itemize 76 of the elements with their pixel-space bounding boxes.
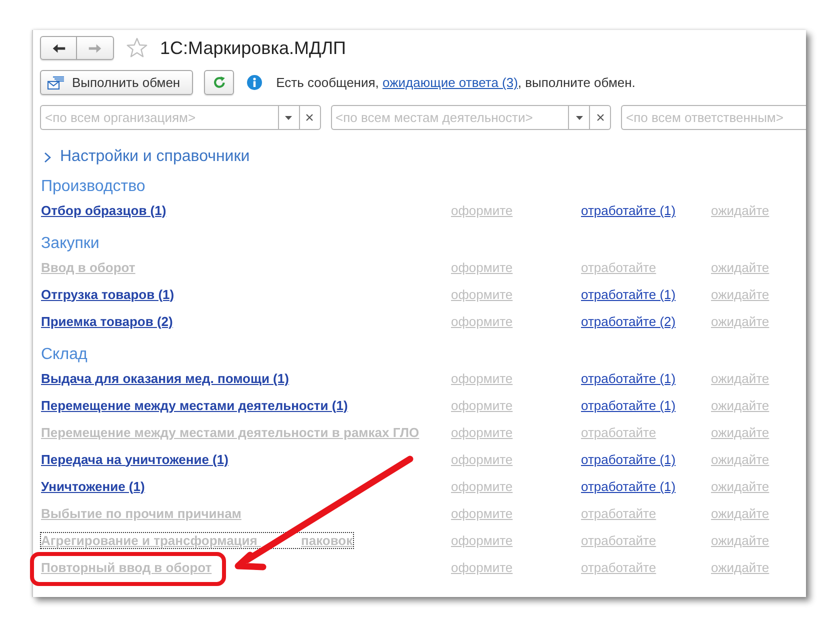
action-link[interactable]: отработайте [581,533,656,548]
clear-icon [306,114,313,121]
clear-icon [596,114,604,121]
action-link[interactable]: ожидайте [711,203,770,218]
action-link[interactable]: оформите [451,533,513,548]
action-link[interactable]: отработайте (1) [581,452,676,467]
refresh-icon [212,76,226,89]
document-link[interactable]: Выдача для оказания мед. помощи (1) [40,370,290,386]
action-link[interactable]: отработайте [581,506,656,521]
back-button[interactable] [40,36,77,60]
action-link[interactable]: оформите [451,425,513,440]
action-link[interactable]: оформите [451,260,513,275]
section-title: Склад [40,345,88,365]
exchange-button[interactable]: Выполнить обмен [40,70,194,95]
chevron-icon [44,152,51,162]
envelope-icon [47,76,65,90]
action-link[interactable]: ожидайте [711,425,770,440]
document-link[interactable]: Отбор образцов (1) [40,202,168,218]
info-icon [247,75,262,90]
action-link[interactable]: ожидайте [711,506,770,521]
filter-field[interactable]: <по всем ответственным> [621,105,806,130]
action-link[interactable]: ожидайте [711,479,770,494]
action-link[interactable]: оформите [451,479,513,494]
refresh-button[interactable] [204,70,234,95]
action-link[interactable]: ожидайте [711,398,770,413]
settings-group-toggle[interactable]: Настройки и справочники [40,147,250,167]
right-arrow-icon [88,42,102,54]
clear-button[interactable] [590,105,611,130]
action-link[interactable]: отработайте (1) [581,479,676,494]
document-link[interactable]: Перемещение между местами деятельности (1) [40,396,349,414]
action-link[interactable]: отработайте [581,425,656,440]
document-link[interactable]: Агрегирование и трансформация паковок [40,532,354,548]
action-link[interactable]: ожидайте [711,452,770,467]
left-arrow-icon [52,42,66,54]
action-link[interactable]: отработайте [581,560,656,575]
message-text: Есть сообщения, ожидающие ответа (3), выполните обмен. [276,75,636,90]
action-link[interactable]: отработайте (1) [581,203,676,218]
action-link[interactable]: оформите [451,398,513,413]
action-link[interactable]: оформите [451,452,513,467]
action-link[interactable]: оформите [451,506,513,521]
section-title: Производство [40,177,146,197]
message-link[interactable]: ожидающие ответа (3) [382,75,518,90]
document-link[interactable]: Выбытие по прочим причинам [40,504,242,522]
action-link[interactable]: ожидайте [711,560,770,575]
dropdown-button[interactable] [278,105,300,130]
document-link[interactable]: Повторный ввод в оборот [40,558,213,576]
action-link[interactable]: оформите [451,287,513,302]
action-link[interactable]: отработайте (2) [581,314,676,329]
document-link[interactable]: Передача на уничтожение (1) [40,450,230,468]
caret-icon [576,116,582,120]
filter-field[interactable]: <по всем местам деятельности> [330,105,568,130]
action-link[interactable]: оформите [451,314,513,329]
action-link[interactable]: отработайте [581,260,656,275]
clear-button[interactable] [300,105,320,130]
action-link[interactable]: оформите [451,560,513,575]
window-title: 1С:Маркировка.МДЛП [160,38,346,58]
action-link[interactable]: отработайте (1) [581,398,676,413]
document-link[interactable]: Уничтожение (1) [40,478,146,494]
action-link[interactable]: ожидайте [711,533,770,548]
action-link[interactable]: ожидайте [711,371,770,386]
star-icon[interactable] [126,37,148,59]
action-link[interactable]: ожидайте [711,314,770,329]
document-link[interactable]: Приемка товаров (2) [40,312,174,330]
document-link[interactable]: Перемещение между местами деятельности в рамках ГЛО [40,424,420,440]
document-link[interactable]: Отгрузка товаров (1) [40,286,176,302]
action-link[interactable]: ожидайте [711,287,770,302]
caret-icon [285,116,292,120]
action-link[interactable]: отработайте (1) [581,287,676,302]
section-title: Закупки [40,234,100,254]
action-link[interactable]: оформите [451,371,513,386]
action-link[interactable]: ожидайте [711,260,770,275]
filter-field[interactable]: <по всем организациям> [40,105,278,130]
dropdown-button[interactable] [568,105,590,130]
action-link[interactable]: отработайте (1) [581,371,676,386]
document-link[interactable]: Ввод в оборот [40,258,136,276]
action-link[interactable]: оформите [451,203,513,218]
